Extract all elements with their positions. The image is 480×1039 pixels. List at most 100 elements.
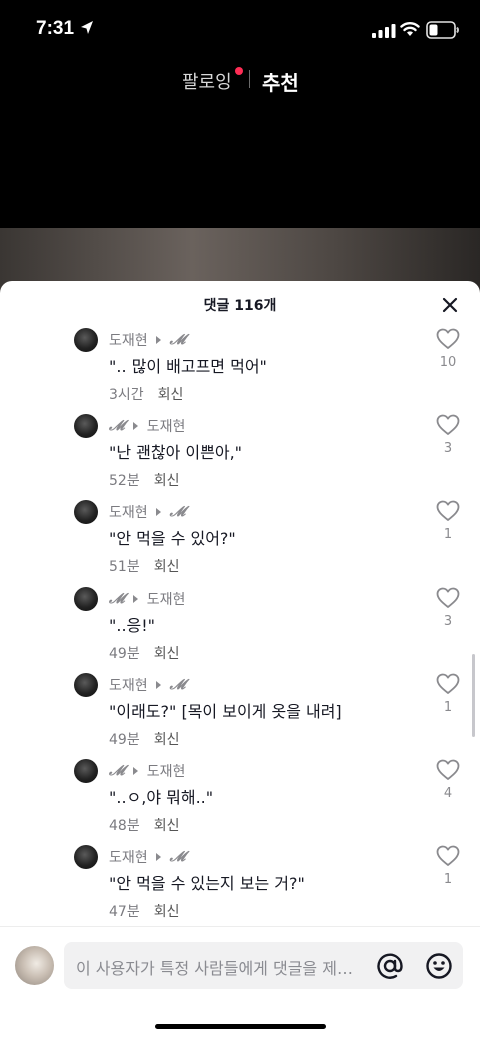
reply-arrow-icon [155,680,161,689]
comment-meta: 47분 회신 [109,901,179,921]
comment-to[interactable]: 𝓜 [170,332,186,348]
comment-item[interactable]: 도재현 𝓜 ".. 많이 배고프면 먹어" 3시간 회신 10 [0,328,480,414]
at-sign-icon[interactable] [376,952,404,980]
avatar[interactable] [74,328,98,352]
comment-to[interactable]: 도재현 [147,416,186,436]
comment-author: 𝓜 도재현 [109,416,185,436]
reply-arrow-icon [132,767,138,775]
comment-text: "..ㅇ,야 뭐해.." [109,788,214,807]
status-bar: 7:31 [0,0,480,60]
comment-meta: 3시간 회신 [109,384,183,404]
reply-arrow-icon [155,336,161,344]
comment-item[interactable]: 도재현 𝓜 "안 먹을 수 있어?" 51분 회신 1 [0,500,480,586]
comment-from[interactable]: 도재현 [109,330,148,350]
comment-text: ".. 많이 배고프면 먹어" [109,357,267,376]
avatar[interactable] [74,845,98,870]
comment-text: "안 먹을 수 있는지 보는 거?" [109,874,305,894]
like-count: 3 [443,441,453,457]
heart-outline-icon[interactable] [436,328,460,350]
comment-input-placeholder: 이 사용자가 특정 사람들에게 댓글을 제… [76,959,353,978]
close-icon[interactable] [440,295,460,315]
reply-button[interactable]: 회신 [154,646,180,662]
avatar[interactable] [74,586,98,611]
reply-button[interactable]: 회신 [158,387,184,403]
comment-from[interactable]: 도재현 [109,502,148,522]
comment-text: "난 괜찮아 이쁜아," [109,443,243,463]
comment-item[interactable]: 𝓜 도재현 "..응!" 49분 회신 3 [0,586,480,673]
comment-meta: 48분 회신 [109,815,179,835]
reply-button[interactable]: 회신 [154,559,180,575]
comment-to[interactable]: 𝓜 [170,849,186,865]
comment-author: 도재현 𝓜 [109,847,185,867]
comment-from[interactable]: 𝓜 [109,591,125,607]
reply-arrow-icon [132,422,138,431]
comment-from[interactable]: 도재현 [109,847,148,867]
avatar[interactable] [74,672,98,697]
avatar[interactable] [74,759,98,783]
comment-time: 48분 [109,818,140,834]
comment-time: 47분 [109,904,140,921]
heart-outline-icon[interactable] [436,414,460,436]
comment-from[interactable]: 도재현 [109,675,148,695]
comment-item[interactable]: 𝓜 도재현 "난 괜찮아 이쁜아," 52분 회신 3 [0,414,480,500]
comment-to[interactable]: 도재현 [147,589,186,609]
comment-item[interactable]: 도재현 𝓜 "이래도?" [목이 보이게 옷을 내려] 49분 회신 1 [0,672,480,759]
reply-button[interactable]: 회신 [154,904,180,920]
like-count: 1 [443,699,453,715]
comment-author: 도재현 𝓜 [109,330,185,350]
emoji-icon[interactable] [425,952,453,980]
reply-arrow-icon [155,853,161,862]
comment-author: 도재현 𝓜 [109,675,185,695]
heart-outline-icon[interactable] [436,587,460,609]
comment-to[interactable]: 𝓜 [170,504,186,520]
avatar[interactable] [15,946,54,985]
like-count: 1 [443,527,453,543]
comment-item[interactable]: 도재현 𝓜 "안 먹을 수 있는지 보는 거?" 47분 회신 1 [0,845,480,931]
heart-outline-icon[interactable] [436,759,460,781]
comment-meta: 51분 회신 [109,556,179,576]
reply-button[interactable]: 회신 [154,818,180,834]
tab-recommend[interactable]: 추천 [262,67,299,96]
reply-button[interactable]: 회신 [154,732,180,748]
home-indicator [155,1024,326,1029]
wifi-icon [400,22,420,36]
tab-following[interactable]: 팔로잉 [182,68,232,94]
comment-text: "안 먹을 수 있어?" [109,529,236,549]
like-count: 1 [443,872,453,888]
status-time: 7:31 [36,18,75,39]
scrollbar[interactable] [472,654,475,737]
notification-dot [235,67,243,75]
comment-meta: 49분 회신 [109,643,179,663]
comment-time: 49분 [109,645,140,662]
comment-author: 도재현 𝓜 [109,502,185,522]
signal-icon [372,24,396,38]
comment-to[interactable]: 𝓜 [170,677,186,693]
comment-author: 𝓜 도재현 [109,589,185,609]
reply-button[interactable]: 회신 [154,473,180,489]
avatar[interactable] [74,414,98,439]
comment-meta: 49분 회신 [109,729,179,749]
comment-input[interactable]: 이 사용자가 특정 사람들에게 댓글을 제… [64,942,463,989]
comment-from[interactable]: 𝓜 [109,418,125,434]
comment-to[interactable]: 도재현 [147,761,186,781]
battery-icon [426,21,459,39]
comment-time: 52분 [109,473,140,490]
heart-outline-icon[interactable] [436,500,460,522]
comment-from[interactable]: 𝓜 [109,763,125,779]
heart-outline-icon[interactable] [436,845,460,867]
top-nav: 팔로잉 추천 [0,60,480,100]
comment-sheet: 댓글 116개 도재현 𝓜 ".. 많이 배고프면 먹어" 3시간 회신 10 𝓜 도재현 "난… [0,281,480,1039]
comment-count-title: 댓글 116개 [203,298,277,314]
nav-divider [249,70,250,88]
comment-time: 49분 [109,731,140,748]
comment-time: 51분 [109,559,140,576]
comment-item[interactable]: 𝓜 도재현 "..ㅇ,야 뭐해.." 48분 회신 4 [0,759,480,845]
reply-arrow-icon [155,508,161,517]
heart-outline-icon[interactable] [436,673,460,695]
avatar[interactable] [74,500,98,525]
comment-meta: 52분 회신 [109,470,179,490]
location-arrow-icon [81,21,93,34]
comment-time: 3시간 [109,387,144,403]
reply-arrow-icon [132,594,138,603]
like-count: 4 [443,786,453,801]
